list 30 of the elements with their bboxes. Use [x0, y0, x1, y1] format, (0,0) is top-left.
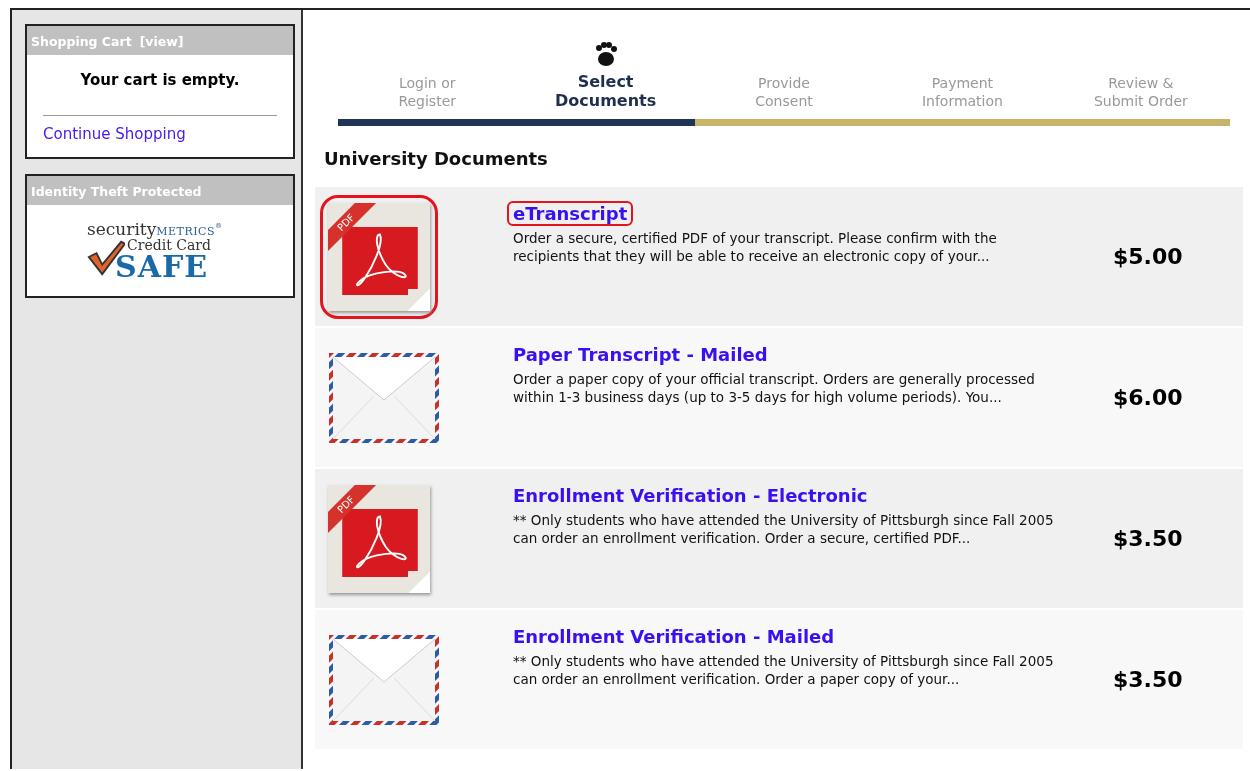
- page-curl: [408, 288, 430, 311]
- document-title-link[interactable]: Paper Transcript - Mailed: [507, 342, 774, 367]
- document-price: $3.50: [1112, 526, 1184, 551]
- step-label: Select Documents: [555, 71, 657, 112]
- document-description: ** Only students who have attended the University of Pittsburgh since Fall 2005 can order an enrollment verification. Order a paper copy of your...: [513, 653, 1055, 688]
- envelope-icon: [328, 351, 440, 444]
- page-curl: [408, 570, 430, 593]
- document-title-link[interactable]: Enrollment Verification - Electronic: [507, 483, 874, 508]
- badge-brand: securityMETRICS$^{®}$: [87, 221, 223, 238]
- step-label: Payment Information: [921, 74, 1003, 111]
- paw-icon: [593, 40, 618, 68]
- section-title: University Documents: [324, 148, 549, 169]
- document-price: $6.00: [1112, 385, 1184, 410]
- cart-message: Your cart is empty.: [79, 71, 241, 89]
- panel-title: Identity Theft Protected: [31, 184, 202, 199]
- document-title-link[interactable]: Enrollment Verification - Mailed: [507, 624, 841, 649]
- document-description: Order a secure, certified PDF of your transcript. Please confirm with the recipients that they will be able to receive an electronic copy of your...: [513, 230, 998, 265]
- document-price: $3.50: [1112, 667, 1184, 692]
- badge-line: Credit Card: [127, 238, 211, 252]
- document-price: $5.00: [1112, 244, 1184, 269]
- step-label: Login or Register: [398, 74, 456, 111]
- step-label: Provide Consent: [755, 74, 813, 111]
- badge-safe: SAFE: [115, 252, 209, 282]
- continue-shopping-link[interactable]: Continue Shopping: [43, 125, 186, 143]
- panel-title: Shopping Cart: [31, 34, 132, 49]
- step-label: Review & Submit Order: [1093, 74, 1188, 111]
- envelope-icon: [328, 633, 440, 726]
- document-description: Order a paper copy of your official transcript. Orders are generally processed within 1-3 business days (up to 3-5 days for high volume periods). You...: [513, 371, 1036, 406]
- document-title-link[interactable]: eTranscript: [507, 201, 634, 226]
- document-description: ** Only students who have attended the University of Pittsburgh since Fall 2005 can order an enrollment verification. Order a secure, certified PDF...: [513, 512, 1055, 547]
